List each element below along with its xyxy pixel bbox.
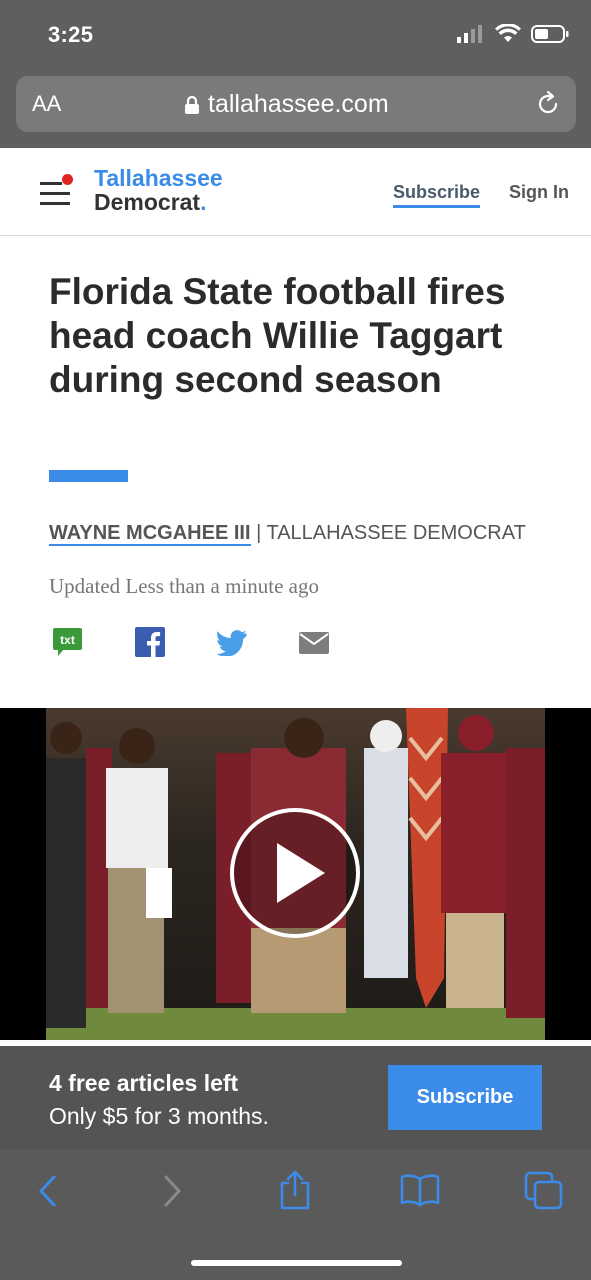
logo-line-2: Democrat	[94, 189, 201, 215]
txt-icon-label: txt	[60, 633, 75, 647]
home-indicator	[191, 1260, 402, 1266]
logo-line-1: Tallahassee	[94, 165, 223, 191]
video-thumbnail	[46, 708, 545, 1040]
text-size-button[interactable]: AA	[32, 91, 61, 117]
notification-dot	[62, 174, 73, 185]
paywall-title: 4 free articles left	[49, 1070, 239, 1096]
status-icons	[457, 24, 569, 44]
video-player[interactable]	[0, 708, 591, 1040]
battery-icon	[531, 25, 569, 43]
headline-accent-bar	[49, 470, 128, 482]
text-size-label: AA	[32, 91, 62, 116]
browser-chrome-top: 3:25 AA tallahassee.com	[0, 0, 591, 148]
paywall-subtitle: Only $5 for 3 months.	[49, 1103, 269, 1129]
tabs-icon[interactable]	[524, 1171, 564, 1211]
article-headline: Florida State football fires head coach …	[49, 271, 506, 400]
bookmarks-icon[interactable]	[400, 1173, 440, 1207]
lock-icon	[185, 95, 199, 114]
updated-timestamp: Updated Less than a minute ago	[49, 574, 320, 598]
url-bar[interactable]: AA tallahassee.com	[16, 76, 576, 132]
facebook-icon[interactable]	[135, 627, 165, 657]
menu-icon[interactable]	[40, 174, 74, 208]
txt-icon[interactable]: txt	[52, 626, 84, 658]
site-header: Tallahassee Democrat. Subscribe Sign In	[0, 148, 591, 236]
url-display[interactable]: tallahassee.com	[184, 90, 389, 119]
site-logo[interactable]: Tallahassee Democrat.	[94, 166, 223, 214]
paywall-banner: 4 free articles left Only $5 for 3 month…	[0, 1046, 591, 1149]
sign-in-link[interactable]: Sign In	[509, 182, 569, 203]
byline: Wayne McGahee III | Tallahassee Democrat	[49, 520, 539, 546]
logo-period: .	[200, 189, 207, 215]
email-icon[interactable]	[299, 632, 329, 654]
cellular-signal-icon	[457, 25, 482, 43]
url-text: tallahassee.com	[208, 90, 389, 118]
subscribe-link[interactable]: Subscribe	[393, 182, 481, 208]
status-time: 3:25	[48, 22, 94, 47]
share-icon[interactable]	[278, 1169, 312, 1211]
author-link[interactable]: Wayne McGahee III	[49, 522, 251, 546]
forward-icon[interactable]	[160, 1173, 184, 1209]
publication-name: Tallahassee Democrat	[266, 522, 526, 544]
paywall-subscribe-button[interactable]: Subscribe	[388, 1065, 542, 1130]
back-icon[interactable]	[36, 1173, 60, 1209]
twitter-icon[interactable]	[217, 630, 247, 656]
play-icon[interactable]	[229, 807, 361, 939]
wifi-icon	[495, 24, 521, 42]
reload-icon[interactable]	[534, 90, 562, 118]
byline-separator: |	[250, 522, 267, 544]
